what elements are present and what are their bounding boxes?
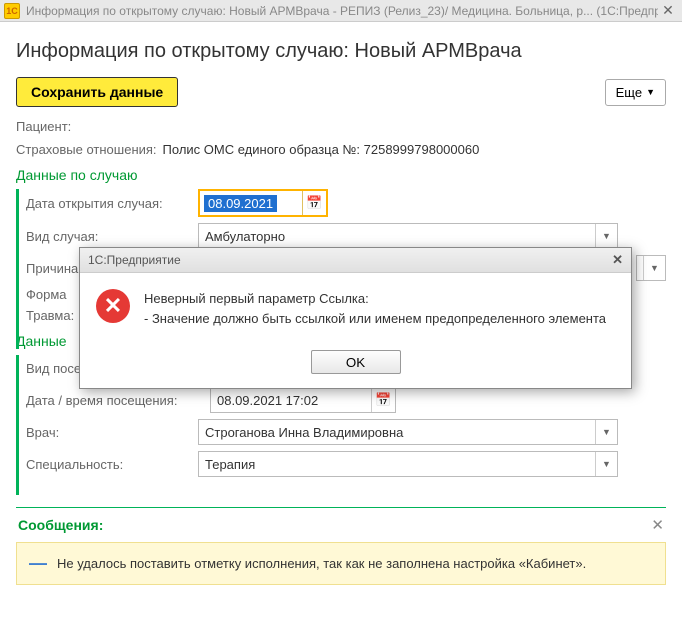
window-title: Информация по открытому случаю: Новый АР…	[26, 4, 658, 18]
open-date-input[interactable]: 08.09.2021 📅	[198, 189, 328, 217]
specialty-value: Терапия	[205, 457, 255, 472]
dropdown-icon[interactable]: ▼	[595, 420, 617, 444]
app-icon: 1C	[4, 3, 20, 19]
insurance-value: Полис ОМС единого образца №: 72589997980…	[163, 142, 480, 157]
error-icon: ✕	[96, 289, 130, 323]
error-dialog: 1С:Предприятие ✕ ✕ Неверный первый парам…	[79, 247, 632, 389]
dropdown-icon[interactable]: ▼	[643, 256, 665, 280]
dialog-title: 1С:Предприятие	[88, 253, 181, 267]
calendar-icon[interactable]: 📅	[371, 388, 395, 412]
case-type-value: Амбулаторно	[205, 229, 285, 244]
open-date-value: 08.09.2021	[204, 195, 277, 212]
dialog-message: Неверный первый параметр Ссылка: - Значе…	[144, 289, 606, 328]
dialog-ok-button[interactable]: OK	[311, 350, 401, 374]
specialty-input[interactable]: Терапия ▼	[198, 451, 618, 477]
message-text: Не удалось поставить отметку исполнения,…	[57, 556, 586, 571]
doctor-value: Строганова Инна Владимировна	[205, 425, 403, 440]
case-type-label: Вид случая:	[16, 229, 198, 244]
dialog-close-button[interactable]: ✕	[612, 252, 623, 268]
messages-close-icon[interactable]: ✕	[651, 516, 664, 534]
messages-title: Сообщения:	[18, 517, 103, 533]
insurance-label: Страховые отношения:	[16, 142, 157, 157]
open-date-label: Дата открытия случая:	[16, 196, 198, 211]
page-title: Информация по открытому случаю: Новый АР…	[16, 40, 666, 63]
save-button[interactable]: Сохранить данные	[16, 77, 178, 107]
more-button[interactable]: Еще ▼	[605, 79, 666, 106]
case-reason-extra[interactable]: ▼	[636, 255, 666, 281]
dropdown-icon[interactable]: ▼	[595, 224, 617, 248]
doctor-input[interactable]: Строганова Инна Владимировна ▼	[198, 419, 618, 445]
dropdown-icon[interactable]: ▼	[595, 452, 617, 476]
patient-label: Пациент:	[16, 119, 71, 134]
message-dash-icon: —	[29, 553, 47, 574]
message-item: — Не удалось поставить отметку исполнени…	[16, 542, 666, 585]
visit-datetime-value: 08.09.2021 17:02	[217, 393, 318, 408]
calendar-icon[interactable]: 📅	[302, 191, 326, 215]
more-button-label: Еще	[616, 85, 642, 100]
visit-datetime-label: Дата / время посещения:	[16, 393, 210, 408]
section-case-title: Данные по случаю	[16, 167, 666, 183]
visit-datetime-input[interactable]: 08.09.2021 17:02 📅	[210, 387, 396, 413]
doctor-label: Врач:	[16, 425, 198, 440]
chevron-down-icon: ▼	[646, 87, 655, 97]
case-type-input[interactable]: Амбулаторно ▼	[198, 223, 618, 249]
window-close-button[interactable]: ✕	[658, 2, 678, 20]
specialty-label: Специальность:	[16, 457, 198, 472]
window-titlebar: 1C Информация по открытому случаю: Новый…	[0, 0, 682, 22]
